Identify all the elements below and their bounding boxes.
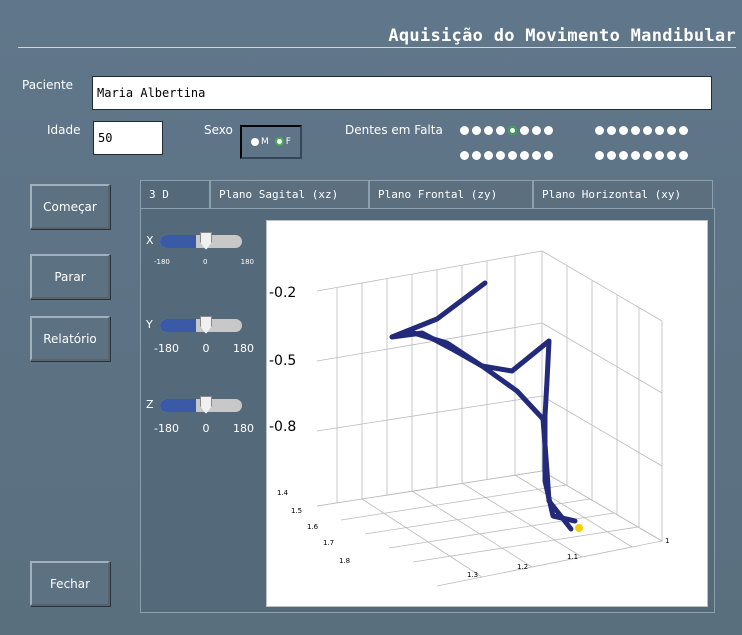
tooth[interactable] <box>607 126 616 135</box>
tooth[interactable] <box>472 151 481 160</box>
view-tabs: 3 D Plano Sagital (xz) Plano Frontal (zy… <box>140 180 713 208</box>
tick-label: 1.6 <box>307 523 319 531</box>
tooth[interactable] <box>496 126 505 135</box>
sex-option-f[interactable]: F <box>274 137 291 147</box>
teeth-upper-left <box>595 126 688 135</box>
start-button[interactable]: Começar <box>30 184 110 229</box>
plot-grid <box>316 250 664 587</box>
tick-label: 1.5 <box>291 507 302 515</box>
trajectory-3d-plot[interactable]: 1.4 1.5 1.6 1.7 1.8 1.3 1.2 1.1 1 -0.2 -… <box>266 220 708 607</box>
tooth[interactable] <box>619 151 628 160</box>
slider-fill <box>160 319 197 332</box>
tick-label: 1.3 <box>467 571 478 579</box>
radio-selected-icon <box>274 137 284 146</box>
tick-label: 1.4 <box>277 489 289 497</box>
slider-fill <box>160 399 197 412</box>
tooth[interactable] <box>595 126 604 135</box>
tick-label: 1 <box>665 537 669 545</box>
radio-icon <box>251 137 260 146</box>
tooth[interactable] <box>667 151 676 160</box>
tooth[interactable] <box>472 126 481 135</box>
patient-name-field[interactable]: Maria Albertina <box>92 76 712 110</box>
slider-axis-label: Z <box>146 398 154 411</box>
tooth[interactable] <box>544 126 553 135</box>
z-tick-label: -0.2 <box>269 285 297 301</box>
tooth[interactable] <box>532 151 541 160</box>
missing-teeth-label: Dentes em Falta <box>345 123 443 137</box>
tab-horizontal[interactable]: Plano Horizontal (xy) <box>533 180 713 208</box>
tooth[interactable] <box>679 151 688 160</box>
tooth[interactable] <box>631 126 640 135</box>
tick-label: 1.8 <box>339 557 350 565</box>
rotation-slider-x[interactable]: X -180 0 180 <box>146 232 261 272</box>
sex-radio-group: M F <box>240 125 302 159</box>
tooth[interactable] <box>619 126 628 135</box>
teeth-upper-right <box>460 126 553 135</box>
tooth[interactable] <box>460 126 469 135</box>
tooth[interactable] <box>460 151 469 160</box>
title-divider <box>18 47 736 48</box>
tooth[interactable] <box>655 151 664 160</box>
tick-label: 1.1 <box>567 553 578 561</box>
tab-sagittal[interactable]: Plano Sagital (xz) <box>210 180 369 208</box>
z-tick-label: -0.8 <box>269 419 297 435</box>
tab-3d[interactable]: 3 D <box>140 180 210 208</box>
stop-button[interactable]: Parar <box>30 254 110 299</box>
tooth[interactable] <box>667 126 676 135</box>
tooth[interactable] <box>595 151 604 160</box>
sex-label: Sexo <box>204 123 233 137</box>
teeth-lower-right <box>460 151 553 160</box>
teeth-lower-left <box>595 151 688 160</box>
trajectory-trace <box>389 280 583 532</box>
rotation-slider-y[interactable]: Y -180 0 180 <box>146 316 261 356</box>
age-label: Idade <box>47 123 81 137</box>
tooth[interactable] <box>544 151 553 160</box>
tooth[interactable] <box>643 126 652 135</box>
tooth-missing[interactable] <box>508 126 517 135</box>
rotation-slider-z[interactable]: Z -180 0 180 <box>146 396 261 436</box>
tooth[interactable] <box>484 151 493 160</box>
trace-endpoint-marker <box>575 524 583 532</box>
tooth[interactable] <box>679 126 688 135</box>
app-title: Aquisição do Movimento Mandibular <box>388 26 736 46</box>
slider-axis-label: X <box>146 234 154 247</box>
tick-label: 1.7 <box>323 539 334 547</box>
slider-ticks: -180 0 180 <box>154 258 254 266</box>
tooth[interactable] <box>520 151 529 160</box>
slider-ticks: -180 0 180 <box>154 342 254 355</box>
tooth[interactable] <box>532 126 541 135</box>
app-window: Aquisição do Movimento Mandibular Pacien… <box>0 0 742 635</box>
tooth[interactable] <box>520 126 529 135</box>
tick-label: 1.2 <box>517 563 528 571</box>
slider-fill <box>160 235 197 248</box>
plot-svg: 1.4 1.5 1.6 1.7 1.8 1.3 1.2 1.1 1 <box>277 250 669 587</box>
sex-option-m[interactable]: M <box>251 137 269 147</box>
slider-axis-label: Y <box>146 318 153 331</box>
close-button[interactable]: Fechar <box>30 561 110 606</box>
tooth[interactable] <box>484 126 493 135</box>
tooth[interactable] <box>508 151 517 160</box>
tooth[interactable] <box>655 126 664 135</box>
patient-label: Paciente <box>22 78 74 92</box>
z-tick-label: -0.5 <box>269 353 297 369</box>
tooth[interactable] <box>643 151 652 160</box>
slider-ticks: -180 0 180 <box>154 422 254 435</box>
tab-frontal[interactable]: Plano Frontal (zy) <box>369 180 533 208</box>
report-button[interactable]: Relatório <box>30 316 110 361</box>
tooth[interactable] <box>631 151 640 160</box>
tooth[interactable] <box>496 151 505 160</box>
age-field[interactable]: 50 <box>93 121 163 155</box>
tooth[interactable] <box>607 151 616 160</box>
